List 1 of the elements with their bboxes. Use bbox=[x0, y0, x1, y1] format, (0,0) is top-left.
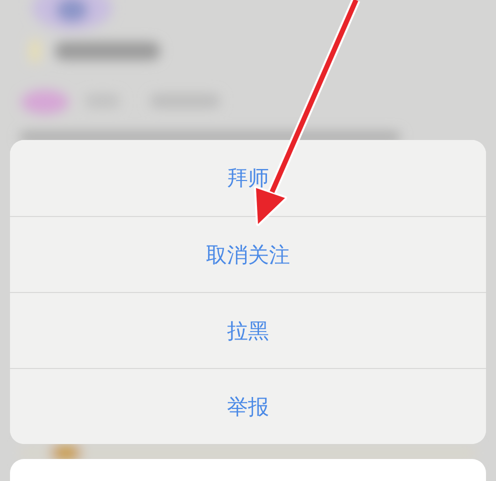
action-sheet-option[interactable]: 举报 bbox=[10, 368, 486, 444]
